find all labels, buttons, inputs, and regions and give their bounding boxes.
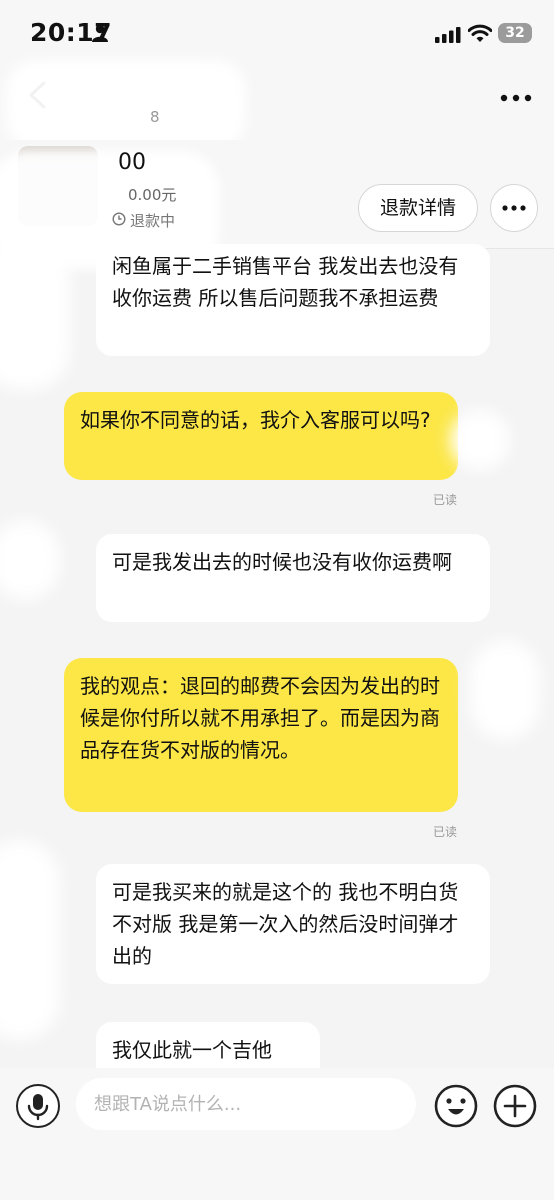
voice-button[interactable] <box>16 1084 60 1128</box>
redaction-smudge <box>0 240 70 390</box>
wifi-icon <box>468 24 492 42</box>
mic-icon <box>27 1094 49 1121</box>
signal-icon <box>435 27 461 43</box>
redaction-smudge <box>0 520 60 600</box>
refund-status: 退款中 <box>130 212 176 230</box>
redaction-smudge <box>470 640 540 740</box>
order-price-sub: 0.00元 <box>128 186 177 204</box>
plus-icon[interactable] <box>493 1084 537 1128</box>
read-receipt: 已读 <box>433 493 458 507</box>
person-icon <box>92 24 108 42</box>
battery-indicator: 32 <box>498 23 532 43</box>
order-price: 00 <box>118 150 146 175</box>
redaction-smudge <box>450 410 510 470</box>
emoji-icon[interactable] <box>434 1084 478 1128</box>
redaction-smudge <box>0 840 60 1040</box>
read-receipt: 已读 <box>433 825 458 839</box>
more-icon[interactable] <box>500 94 532 102</box>
contact-subtitle: 8 <box>150 108 160 126</box>
message-outgoing: 我的观点：退回的邮费不会因为发出的时候是你付所以就不用承担了。而是因为商品存在货… <box>64 658 458 812</box>
redaction-smudge <box>6 60 246 150</box>
message-incoming: 可是我买来的就是这个的 我也不明白货不对版 我是第一次入的然后没时间弹才出的 <box>96 864 490 984</box>
refund-details-button[interactable]: 退款详情 <box>358 184 478 232</box>
message-incoming: 可是我发出去的时候也没有收你运费啊 <box>96 534 490 622</box>
order-more-button[interactable] <box>490 184 538 232</box>
more-icon <box>502 205 526 211</box>
message-input[interactable] <box>76 1078 416 1130</box>
message-incoming: 闲鱼属于二手销售平台 我发出去也没有收你运费 所以售后问题我不承担运费 <box>96 244 490 356</box>
message-outgoing: 如果你不同意的话，我介入客服可以吗? <box>64 392 458 480</box>
